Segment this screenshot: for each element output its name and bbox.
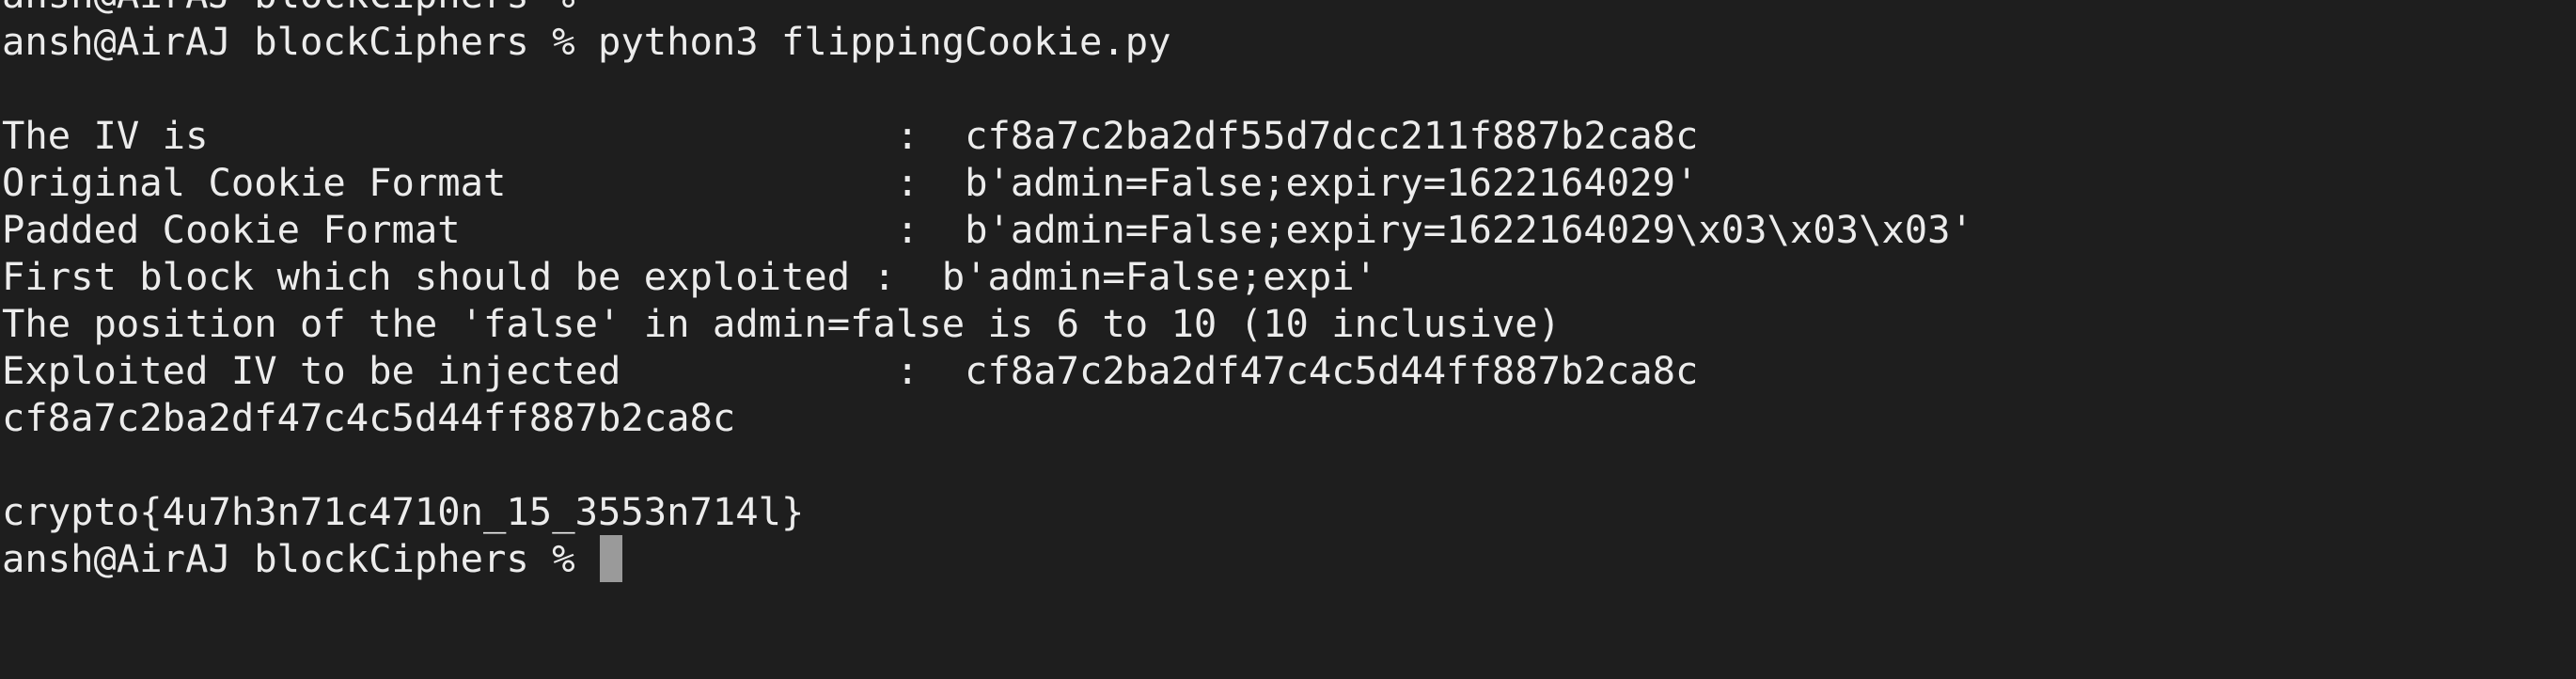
terminal-line-padded-cookie: Padded Cookie Format : b'admin=False;exp… [2, 207, 1973, 252]
terminal-cursor [599, 535, 622, 582]
terminal-line-exploited-iv: Exploited IV to be injected : cf8a7c2ba2… [2, 348, 1699, 393]
terminal-line-flag: crypto{4u7h3n71c4710n_15_3553n714l} [2, 489, 805, 534]
terminal-line-false-position: The position of the 'false' in admin=fal… [2, 301, 1562, 346]
terminal-line-previous-prompt: ansh@AirAJ blockCiphers % [2, 0, 2576, 18]
terminal-line-iv: The IV is : cf8a7c2ba2df55d7dcc211f887b2… [2, 113, 1699, 158]
terminal-prompt-line[interactable]: ansh@AirAJ blockCiphers % [2, 535, 2576, 582]
terminal-window[interactable]: ansh@AirAJ blockCiphers % ansh@AirAJ blo… [0, 0, 2576, 679]
terminal-line-command: ansh@AirAJ blockCiphers % python3 flippi… [2, 19, 1171, 64]
terminal-line-first-block: First block which should be exploited : … [2, 254, 1377, 299]
terminal-line-iv-hex: cf8a7c2ba2df47c4c5d44ff887b2ca8c [2, 395, 736, 440]
terminal-output: ansh@AirAJ blockCiphers % ansh@AirAJ blo… [2, 0, 2576, 582]
terminal-prompt: ansh@AirAJ blockCiphers % [2, 536, 598, 581]
terminal-line-original-cookie: Original Cookie Format : b'admin=False;e… [2, 160, 1699, 205]
